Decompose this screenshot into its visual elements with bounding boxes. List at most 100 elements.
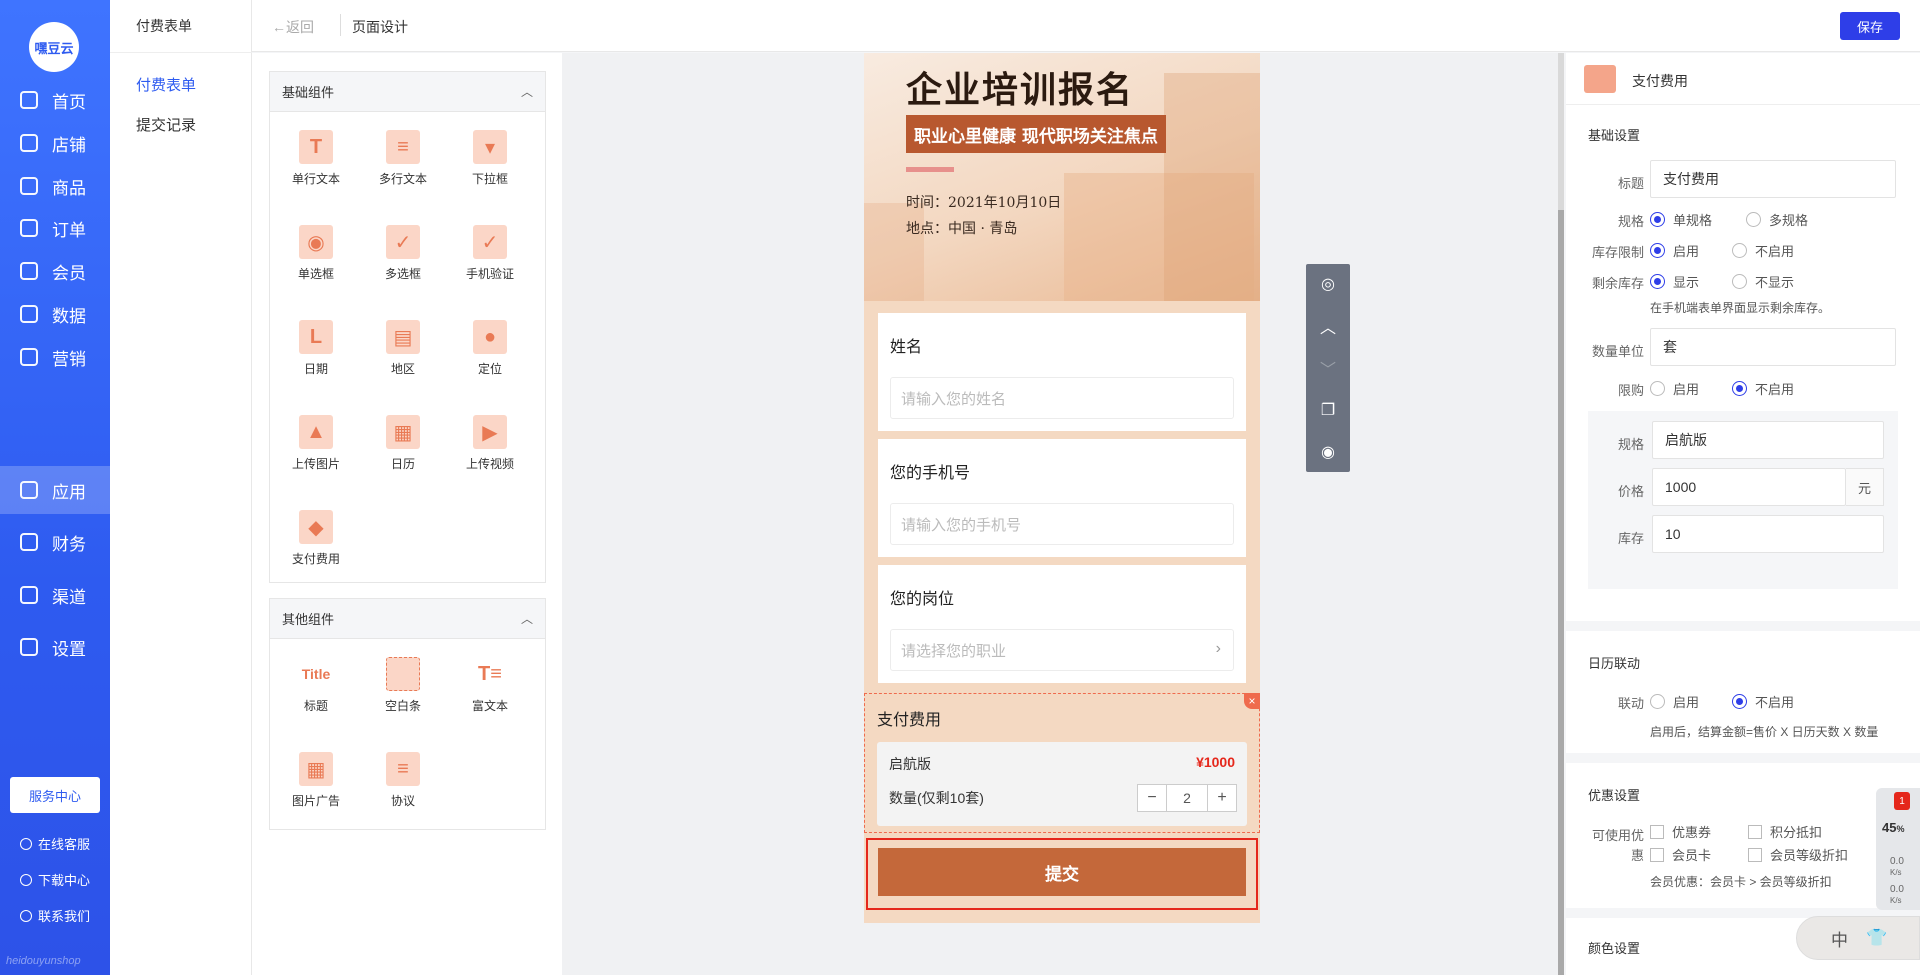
canvas-scrollbar-thumb[interactable] — [1558, 210, 1564, 975]
component-label: 协议 — [390, 794, 415, 808]
nav-finance[interactable]: 财务 — [0, 518, 110, 566]
form-field-name[interactable]: 姓名 请输入您的姓名 — [878, 313, 1246, 431]
component-agreement[interactable]: ≡ 协议 — [361, 752, 445, 809]
position-select[interactable]: 请选择您的职业 › — [890, 629, 1234, 671]
online-service-link[interactable]: 在线客服 — [20, 834, 90, 853]
nav-channels[interactable]: 渠道 — [0, 571, 110, 619]
calendar-icon: ▦ — [386, 415, 420, 449]
settings-icon[interactable]: ◉ — [1318, 442, 1338, 462]
remain-hide-radio[interactable]: 不显示 — [1732, 272, 1794, 291]
title-input[interactable]: 支付费用 — [1650, 160, 1896, 198]
price-input[interactable]: 1000 — [1652, 468, 1846, 506]
stock-input[interactable]: 10 — [1652, 515, 1884, 553]
ime-lang[interactable]: 中 — [1831, 926, 1848, 951]
points-checkbox[interactable]: 积分抵扣 — [1748, 822, 1822, 841]
submit-block[interactable]: 提交 — [866, 838, 1258, 910]
arrow-down-icon[interactable]: ﹀ — [1318, 358, 1338, 379]
payment-block-selected[interactable]: 支付费用 × 启航版 ¥1000 数量(仅剩10套) − 2 + — [864, 693, 1260, 833]
limit-off-radio[interactable]: 不启用 — [1732, 379, 1794, 398]
component-blank[interactable]: 空白条 — [361, 657, 445, 714]
component-region[interactable]: ▤ 地区 — [361, 320, 445, 377]
ime-toolbar[interactable]: 中 👕 — [1796, 916, 1920, 960]
spec-single-radio[interactable]: 单规格 — [1650, 210, 1712, 229]
spec-multi-radio[interactable]: 多规格 — [1746, 210, 1808, 229]
subnav-item-paid-form[interactable]: 付费表单 — [136, 74, 196, 95]
name-input[interactable]: 请输入您的姓名 — [890, 377, 1234, 419]
nav-members[interactable]: 会员 — [0, 247, 110, 295]
subnav-item-submissions[interactable]: 提交记录 — [136, 114, 196, 135]
component-single-text[interactable]: T 单行文本 — [274, 130, 358, 187]
form-field-phone[interactable]: 您的手机号 请输入您的手机号 — [878, 439, 1246, 557]
component-dropdown[interactable]: ▾ 下拉框 — [448, 130, 532, 187]
close-icon[interactable]: × — [1244, 693, 1260, 709]
spec-name-label: 规格 — [1617, 437, 1644, 452]
shirt-icon[interactable]: 👕 — [1866, 928, 1887, 948]
nav-apps[interactable]: 应用 — [0, 466, 110, 514]
nav-data[interactable]: 数据 — [0, 290, 110, 338]
component-checkbox[interactable]: ✓ 多选框 — [361, 225, 445, 282]
banner-image[interactable]: 企业培训报名 职业心里健康 现代职场关注焦点 时间：2021年10月10日 地点… — [864, 53, 1260, 301]
phone-input[interactable]: 请输入您的手机号 — [890, 503, 1234, 545]
group-header[interactable]: 基础组件 ︿ — [270, 72, 545, 112]
banner-accent — [906, 167, 954, 172]
component-title[interactable]: Title 标题 — [274, 657, 358, 714]
form-field-position[interactable]: 您的岗位 请选择您的职业 › — [878, 565, 1246, 683]
component-upload-image[interactable]: ▲ 上传图片 — [274, 415, 358, 472]
back-link[interactable]: ←返回 — [272, 17, 314, 37]
limit-on-radio[interactable]: 启用 — [1650, 379, 1699, 398]
submit-button[interactable]: 提交 — [878, 848, 1246, 896]
component-image-ad[interactable]: ▦ 图片广告 — [274, 752, 358, 809]
minus-button[interactable]: − — [1138, 785, 1166, 811]
component-phone-verify[interactable]: ✓ 手机验证 — [448, 225, 532, 282]
discount-hint: 会员优惠：会员卡 > 会员等级折扣 — [1650, 875, 1832, 889]
spec-name-input[interactable]: 启航版 — [1652, 421, 1884, 459]
component-label: 下拉框 — [471, 172, 508, 186]
copy-icon[interactable]: ❐ — [1318, 400, 1338, 420]
payment-icon: ◆ — [299, 510, 333, 544]
component-calendar[interactable]: ▦ 日历 — [361, 415, 445, 472]
nav-store[interactable]: 店铺 — [0, 119, 110, 167]
stock-limit-off-radio[interactable]: 不启用 — [1732, 241, 1794, 260]
nav-marketing[interactable]: 营销 — [0, 333, 110, 381]
contact-us-link[interactable]: 联系我们 — [20, 906, 90, 925]
stock-limit-on-radio[interactable]: 启用 — [1650, 241, 1699, 260]
chevron-up-icon[interactable]: ︿ — [521, 610, 533, 627]
member-level-checkbox[interactable]: 会员等级折扣 — [1748, 845, 1848, 864]
logo[interactable]: 嘿豆云 — [29, 22, 79, 72]
download-center-link[interactable]: 下载中心 — [20, 870, 90, 889]
component-location[interactable]: ● 定位 — [448, 320, 532, 377]
plus-button[interactable]: + — [1208, 785, 1236, 811]
remain-show-radio[interactable]: 显示 — [1650, 272, 1699, 291]
nav-home[interactable]: 首页 — [0, 76, 110, 124]
network-monitor-widget[interactable]: 1 45% 0.0 K/s 0.0 K/s — [1876, 788, 1920, 910]
component-date[interactable]: L 日期 — [274, 320, 358, 377]
chevron-up-icon[interactable]: ︿ — [521, 83, 533, 100]
arrow-up-icon[interactable]: ︿ — [1318, 316, 1338, 337]
nav-settings[interactable]: 设置 — [0, 623, 110, 671]
nav-orders[interactable]: 订单 — [0, 204, 110, 252]
radio-label: 启用 — [1673, 695, 1700, 710]
component-payment[interactable]: ◆ 支付费用 — [274, 510, 358, 567]
link-on-radio[interactable]: 启用 — [1650, 692, 1699, 711]
date-icon: L — [299, 320, 333, 354]
member-card-checkbox[interactable]: 会员卡 — [1650, 845, 1711, 864]
component-radio[interactable]: ◉ 单选框 — [274, 225, 358, 282]
component-upload-video[interactable]: ▶ 上传视频 — [448, 415, 532, 472]
coupon-checkbox[interactable]: 优惠券 — [1650, 822, 1711, 841]
nav-goods[interactable]: 商品 — [0, 162, 110, 210]
quantity-value[interactable]: 2 — [1166, 785, 1208, 811]
banner-title: 企业培训报名 — [906, 69, 1135, 111]
discount-label: 可使用优惠 — [1566, 826, 1644, 866]
component-label: 图片广告 — [291, 794, 340, 808]
eye-icon[interactable]: ◎ — [1318, 274, 1338, 294]
group-header[interactable]: 其他组件 ︿ — [270, 599, 545, 639]
service-center-button[interactable]: 服务中心 — [10, 777, 100, 813]
radio-label: 显示 — [1673, 275, 1700, 290]
quantity-stepper[interactable]: − 2 + — [1137, 784, 1237, 812]
save-button[interactable]: 保存 — [1840, 12, 1900, 40]
link-off-radio[interactable]: 不启用 — [1732, 692, 1794, 711]
avatar-icon — [20, 837, 32, 850]
component-richtext[interactable]: T≡ 富文本 — [448, 657, 532, 714]
component-multi-text[interactable]: ≡ 多行文本 — [361, 130, 445, 187]
unit-input[interactable]: 套 — [1650, 328, 1896, 366]
